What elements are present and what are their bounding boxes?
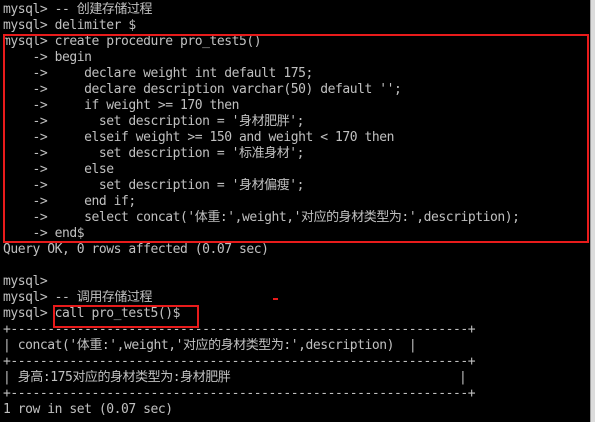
console-line: -> select concat('体重:',weight,'对应的身材类型为:… bbox=[3, 210, 520, 225]
console-line: mysql> call pro_test5()$ bbox=[3, 306, 181, 321]
console-line: Query OK, 0 rows affected (0.07 sec) bbox=[3, 242, 269, 257]
console-line: +---------------------------------------… bbox=[3, 386, 476, 401]
console-line: mysql> delimiter $ bbox=[3, 18, 136, 33]
console-line: -> set description = '身材偏瘦'; bbox=[3, 178, 305, 193]
console-line: +---------------------------------------… bbox=[3, 354, 476, 369]
red-mark bbox=[273, 298, 278, 300]
console-line: -> declare weight int default 175; bbox=[3, 66, 314, 81]
console-line: -> declare description varchar(50) defau… bbox=[3, 82, 402, 97]
console-line: mysql> -- 调用存储过程 bbox=[3, 290, 153, 305]
vertical-scrollbar[interactable] bbox=[590, 0, 595, 422]
console-line: mysql> -- 创建存储过程 bbox=[3, 2, 153, 17]
console-line: -> set description = '标准身材'; bbox=[3, 146, 305, 161]
console-line: | concat('体重:',weight,'对应的身材类型为:',descri… bbox=[3, 338, 417, 353]
console-output: mysql> -- 创建存储过程 mysql> delimiter $ mysq… bbox=[3, 2, 590, 418]
console-line: +---------------------------------------… bbox=[3, 322, 476, 337]
console-line: -> if weight >= 170 then bbox=[3, 98, 240, 113]
console-line: -> end$ bbox=[3, 226, 85, 241]
console-line: mysql> bbox=[3, 274, 48, 289]
console-line: mysql> create procedure pro_test5() bbox=[3, 34, 262, 49]
console-line: -> begin bbox=[3, 50, 92, 65]
console-line: -> else bbox=[3, 162, 115, 177]
console-line: 1 row in set (0.07 sec) bbox=[3, 402, 173, 417]
console-line: -> end if; bbox=[3, 194, 137, 209]
console-line: -> elseif weight >= 150 and weight < 170… bbox=[3, 130, 395, 145]
console-line: -> set description = '身材肥胖'; bbox=[3, 114, 305, 129]
console-line: | 身高:175对应的身材类型为:身材肥胖 | bbox=[3, 370, 467, 385]
mysql-console[interactable]: mysql> -- 创建存储过程 mysql> delimiter $ mysq… bbox=[0, 0, 590, 422]
